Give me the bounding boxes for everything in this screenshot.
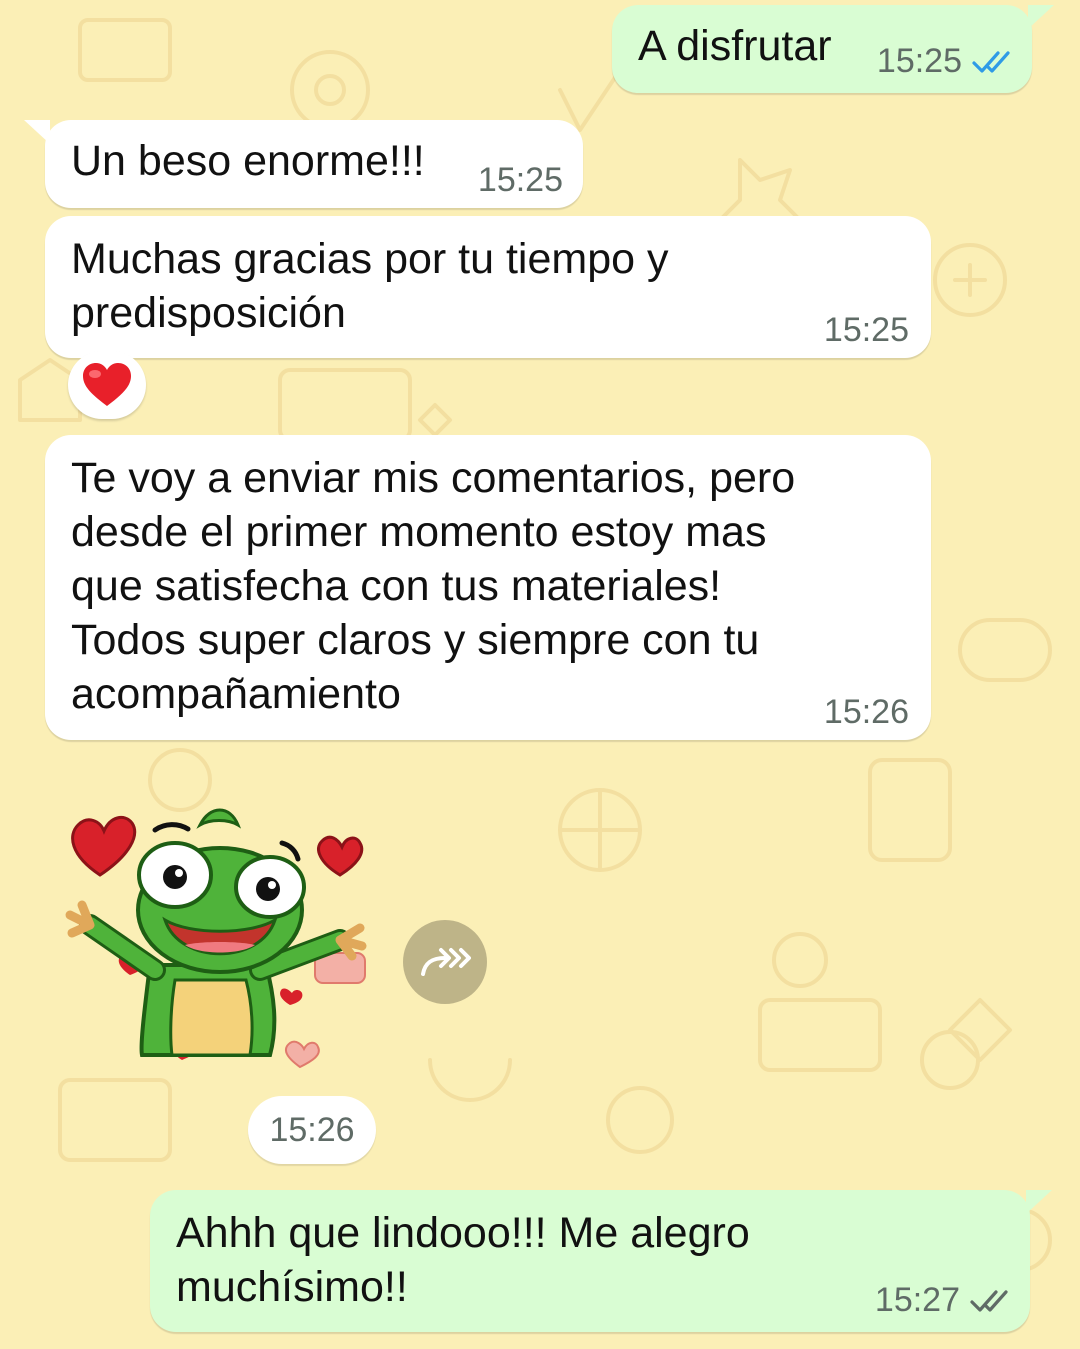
message-text: A disfrutar bbox=[638, 22, 832, 70]
forward-arrow-icon bbox=[421, 948, 471, 976]
message-text: Ahhh que lindooo!!! Me alegro muchísimo!… bbox=[176, 1209, 750, 1311]
message-bubble-incoming[interactable]: Un beso enorme!!! 15:25 bbox=[45, 120, 583, 208]
message-text: Muchas gracias por tu tiempo y predispos… bbox=[71, 235, 669, 337]
message-text: Un beso enorme!!! bbox=[71, 137, 425, 185]
message-bubble-outgoing[interactable]: A disfrutar 15:25 bbox=[612, 5, 1032, 93]
bubble-tail bbox=[1026, 1190, 1052, 1214]
message-meta: 15:25 bbox=[824, 311, 909, 350]
bubble-tail bbox=[1028, 5, 1054, 29]
message-text: Te voy a enviar mis comentarios, pero de… bbox=[71, 454, 796, 718]
message-meta: 15:25 bbox=[877, 42, 1012, 81]
delivered-double-check-icon bbox=[970, 1289, 1008, 1312]
message-time: 15:27 bbox=[874, 1281, 960, 1319]
message-time: 15:25 bbox=[823, 311, 909, 349]
message-bubble-incoming[interactable]: Muchas gracias por tu tiempo y predispos… bbox=[45, 216, 931, 358]
message-bubble-incoming[interactable]: Te voy a enviar mis comentarios, pero de… bbox=[45, 435, 931, 740]
message-reaction[interactable] bbox=[68, 351, 146, 419]
message-bubble-outgoing[interactable]: Ahhh que lindooo!!! Me alegro muchísimo!… bbox=[150, 1190, 1030, 1332]
forward-button[interactable] bbox=[403, 920, 487, 1004]
read-double-check-icon bbox=[972, 50, 1010, 73]
message-time: 15:25 bbox=[477, 161, 563, 199]
message-time: 15:25 bbox=[876, 42, 962, 80]
sticker-time: 15:26 bbox=[248, 1096, 376, 1164]
message-meta: 15:25 bbox=[478, 161, 563, 200]
red-heart-icon bbox=[83, 363, 131, 406]
message-meta: 15:27 bbox=[875, 1281, 1010, 1320]
frog-hearts-sticker[interactable] bbox=[60, 805, 380, 1080]
message-meta: 15:26 bbox=[824, 693, 909, 732]
message-time: 15:26 bbox=[823, 693, 909, 731]
